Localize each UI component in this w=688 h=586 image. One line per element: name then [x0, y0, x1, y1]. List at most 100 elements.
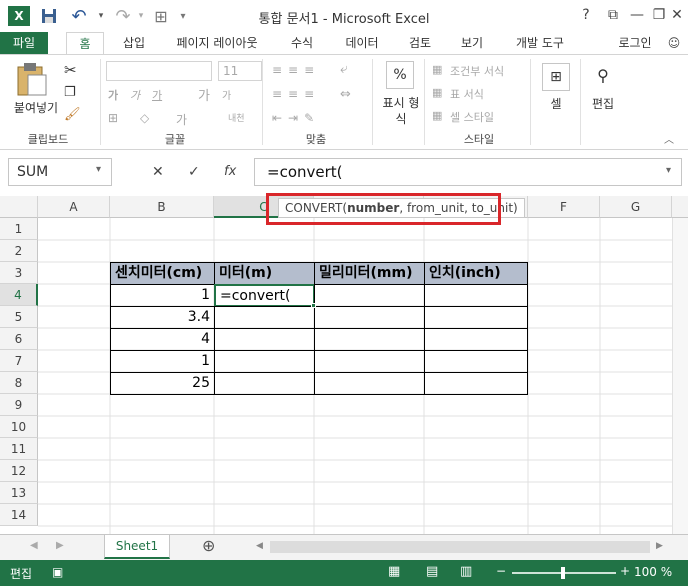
zoom-in-icon[interactable]: + [620, 564, 630, 578]
table-cell[interactable] [424, 284, 528, 307]
table-header-mm[interactable]: 밀리미터(mm) [314, 262, 425, 285]
italic-button[interactable]: 가 [130, 87, 140, 103]
row-header-7[interactable]: 7 [0, 350, 38, 372]
row-header-8[interactable]: 8 [0, 372, 38, 394]
page-break-view-icon[interactable]: ▥ [460, 564, 472, 579]
tab-review[interactable]: 검토 [398, 32, 442, 54]
sign-in-link[interactable]: 로그인 [612, 32, 658, 54]
new-sheet-button[interactable]: ⊕ [202, 536, 215, 555]
sheet-tab-sheet1[interactable]: Sheet1 [104, 535, 170, 559]
ribbon-display-options-button[interactable]: ⧉ [600, 4, 626, 26]
zoom-out-icon[interactable]: − [496, 564, 506, 578]
cell-styles-icon[interactable]: ▦ [432, 109, 442, 122]
help-button[interactable]: ? [573, 4, 599, 26]
enter-formula-icon[interactable]: ✓ [188, 164, 200, 180]
select-all-corner[interactable] [0, 196, 38, 218]
table-cell-cm[interactable]: 1 [110, 284, 215, 307]
row-header-13[interactable]: 13 [0, 482, 38, 504]
bold-button[interactable]: 가 [108, 87, 118, 103]
editing-button[interactable]: 편집 [586, 95, 620, 112]
row-header-1[interactable]: 1 [0, 218, 38, 240]
table-cell-cm[interactable]: 1 [110, 350, 215, 373]
table-cell[interactable] [424, 350, 528, 373]
normal-view-icon[interactable]: ▦ [388, 564, 400, 579]
cells-button[interactable]: 셀 [540, 95, 572, 112]
row-header-14[interactable]: 14 [0, 504, 38, 526]
row-header-2[interactable]: 2 [0, 240, 38, 262]
profile-icon[interactable]: ☺ [664, 32, 684, 54]
find-binoculars-icon[interactable]: ⚲ [590, 63, 616, 89]
macro-record-icon[interactable]: ▣ [52, 565, 63, 579]
font-name-select[interactable] [106, 61, 212, 81]
table-cell[interactable] [314, 372, 425, 395]
vertical-scrollbar-top[interactable] [672, 196, 688, 218]
paste-button[interactable]: 붙여넣기 [8, 99, 64, 116]
col-header-a[interactable]: A [38, 196, 110, 218]
tab-view[interactable]: 보기 [450, 32, 494, 54]
close-button[interactable]: ✕ [664, 4, 688, 26]
row-header-3[interactable]: 3 [0, 262, 38, 284]
table-cell[interactable] [424, 328, 528, 351]
borders-icon[interactable]: ⊞ [108, 111, 118, 125]
row-header-6[interactable]: 6 [0, 328, 38, 350]
insert-function-icon[interactable]: fx [224, 164, 236, 179]
tab-developer[interactable]: 개발 도구 [504, 32, 576, 54]
table-header-cm[interactable]: 센치미터(cm) [110, 262, 215, 285]
table-cell[interactable] [424, 372, 528, 395]
table-cell[interactable] [314, 328, 425, 351]
vertical-scrollbar[interactable] [672, 218, 688, 534]
align-left-icons[interactable]: ≡≡≡ [272, 87, 320, 101]
page-layout-view-icon[interactable]: ▤ [426, 564, 438, 579]
col-header-g[interactable]: G [600, 196, 672, 218]
row-header-9[interactable]: 9 [0, 394, 38, 416]
tab-data[interactable]: 데이터 [336, 32, 388, 54]
table-cell-cm[interactable]: 4 [110, 328, 215, 351]
col-header-b[interactable]: B [110, 196, 214, 218]
formula-input[interactable]: =convert( [254, 158, 682, 186]
shrink-font-button[interactable]: 가 [222, 87, 231, 102]
tab-home[interactable]: 홈 [66, 32, 104, 54]
align-top-icons[interactable]: ≡≡≡ [272, 63, 320, 77]
row-header-5[interactable]: 5 [0, 306, 38, 328]
row-header-4[interactable]: 4 [0, 284, 38, 306]
horizontal-scrollbar[interactable] [270, 541, 650, 553]
font-size-select[interactable]: 11 [218, 61, 262, 81]
grow-font-button[interactable]: 가 [198, 85, 210, 104]
cell-styles-button[interactable]: 셀 스타일 [450, 109, 494, 125]
number-format-percent-icon[interactable]: % [386, 61, 414, 89]
table-header-m[interactable]: 미터(m) [214, 262, 315, 285]
conditional-formatting-icon[interactable]: ▦ [432, 63, 442, 76]
table-cell[interactable] [214, 350, 315, 373]
table-cell[interactable] [314, 284, 425, 307]
name-box-dropdown-icon[interactable]: ▾ [96, 164, 101, 175]
format-painter-icon[interactable]: 🖌 [64, 107, 81, 122]
format-as-table-button[interactable]: 표 서식 [450, 86, 484, 102]
fill-color-icon[interactable]: ◇ [140, 111, 149, 125]
row-header-11[interactable]: 11 [0, 438, 38, 460]
copy-icon[interactable]: ❐ [64, 85, 76, 100]
wrap-text-icon[interactable]: ⤶ [340, 61, 348, 77]
scroll-sheets-left-icon[interactable]: ◀ [30, 540, 38, 551]
font-color-icon[interactable]: 가 [176, 111, 187, 128]
paste-icon[interactable] [14, 61, 54, 97]
format-as-table-icon[interactable]: ▦ [432, 86, 442, 99]
phonetic-button[interactable]: 내천 [228, 111, 245, 124]
table-cell[interactable] [424, 306, 528, 329]
zoom-slider-thumb[interactable] [561, 567, 565, 579]
scroll-sheets-right-icon[interactable]: ▶ [56, 540, 64, 551]
conditional-formatting-button[interactable]: 조건부 서식 [450, 63, 504, 79]
table-cell[interactable] [214, 372, 315, 395]
col-header-f[interactable]: F [528, 196, 600, 218]
row-header-12[interactable]: 12 [0, 460, 38, 482]
table-cell[interactable] [314, 306, 425, 329]
tab-insert[interactable]: 삽입 [112, 32, 156, 54]
scroll-left-icon[interactable]: ◀ [256, 541, 263, 551]
tab-page-layout[interactable]: 페이지 레이아웃 [164, 32, 270, 54]
collapse-ribbon-icon[interactable]: ︿ [664, 131, 674, 146]
fill-handle[interactable] [311, 303, 316, 308]
tab-split-handle[interactable] [236, 535, 240, 559]
table-cell-cm[interactable]: 3.4 [110, 306, 215, 329]
number-format-button[interactable]: 표시 형식 [378, 95, 424, 127]
row-header-10[interactable]: 10 [0, 416, 38, 438]
table-cell[interactable] [214, 328, 315, 351]
